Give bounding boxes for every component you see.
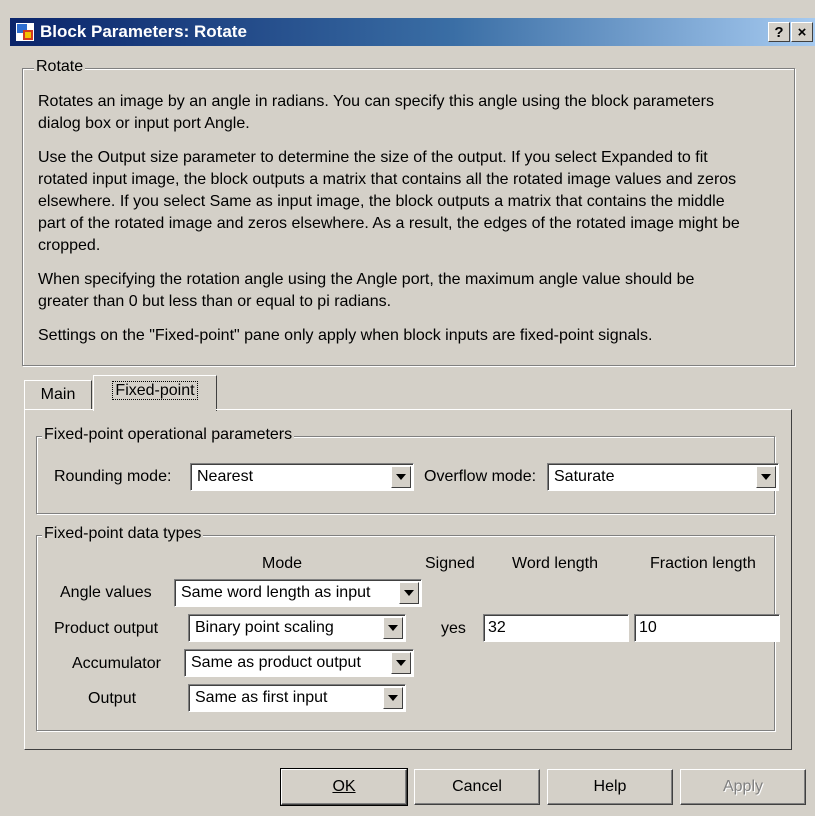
product-output-mode-value: Binary point scaling: [195, 619, 334, 636]
help-button[interactable]: Help: [547, 769, 673, 805]
rounding-mode-select[interactable]: Nearest: [190, 463, 414, 491]
output-mode-value: Same as first input: [195, 689, 328, 706]
product-output-signed: yes: [441, 620, 466, 637]
word-length-value: 32: [488, 619, 506, 636]
fraction-length-header: Fraction length: [650, 555, 756, 572]
description-group-title: Rotate: [34, 58, 86, 76]
simulink-block-icon: [16, 23, 34, 41]
description-line-8: When specifying the rotation angle using…: [38, 271, 695, 288]
product-output-mode-select[interactable]: Binary point scaling: [188, 614, 406, 642]
chevron-down-icon[interactable]: [383, 617, 403, 639]
rounding-mode-label: Rounding mode:: [54, 468, 172, 485]
overflow-mode-select[interactable]: Saturate: [547, 463, 779, 491]
description-line-4: rotated input image, the block outputs a…: [38, 171, 737, 188]
rounding-mode-value: Nearest: [197, 468, 254, 485]
fraction-length-input[interactable]: 10: [634, 614, 780, 642]
description-line-5: elsewhere. If you select Same as input i…: [38, 193, 725, 210]
cancel-button-label: Cancel: [452, 778, 502, 795]
cancel-button[interactable]: Cancel: [414, 769, 540, 805]
angle-values-label: Angle values: [60, 584, 152, 601]
overflow-mode-label: Overflow mode:: [424, 468, 537, 485]
word-length-header: Word length: [512, 555, 598, 572]
ok-button[interactable]: OK: [280, 768, 408, 806]
mode-header: Mode: [262, 555, 303, 572]
angle-values-mode-value: Same word length as input: [181, 584, 371, 601]
overflow-mode-value: Saturate: [554, 468, 615, 485]
block-parameters-dialog: Block Parameters: Rotate ? × Rotate Rota…: [0, 0, 815, 816]
chevron-down-icon[interactable]: [399, 582, 419, 604]
active-tab-joiner: [94, 408, 216, 411]
apply-button-label: Apply: [722, 778, 764, 795]
tab-fixed-point[interactable]: Fixed-point: [93, 375, 217, 411]
description-line-7: cropped.: [38, 237, 101, 254]
product-output-label: Product output: [54, 620, 159, 637]
output-label: Output: [88, 690, 137, 707]
tab-main-label: Main: [40, 386, 76, 403]
description-line-2: dialog box or input port Angle.: [38, 115, 250, 132]
tab-fixed-point-label: Fixed-point: [112, 381, 198, 400]
data-types-title: Fixed-point data types: [42, 525, 204, 543]
description-line-6: part of the rotated image and zeros else…: [38, 215, 740, 232]
description-line-3: Use the Output size parameter to determi…: [38, 149, 708, 166]
fraction-length-value: 10: [639, 619, 657, 636]
operational-parameters-title: Fixed-point operational parameters: [42, 426, 295, 444]
accumulator-label: Accumulator: [72, 655, 161, 672]
tab-main[interactable]: Main: [24, 380, 92, 410]
description-line-9: greater than 0 but less than or equal to…: [38, 293, 392, 310]
close-button[interactable]: ×: [791, 22, 813, 42]
help-title-button[interactable]: ?: [768, 22, 790, 42]
signed-header: Signed: [425, 555, 475, 572]
accumulator-mode-value: Same as product output: [191, 654, 361, 671]
description-line-10: Settings on the "Fixed-point" pane only …: [38, 327, 653, 344]
chevron-down-icon[interactable]: [756, 466, 776, 488]
ok-button-label: OK: [332, 778, 356, 795]
title-bar[interactable]: Block Parameters: Rotate ? ×: [10, 18, 815, 46]
accumulator-mode-select[interactable]: Same as product output: [184, 649, 414, 677]
description-line-1: Rotates an image by an angle in radians.…: [38, 93, 714, 110]
chevron-down-icon[interactable]: [391, 466, 411, 488]
output-mode-select[interactable]: Same as first input: [188, 684, 406, 712]
angle-values-mode-select[interactable]: Same word length as input: [174, 579, 422, 607]
chevron-down-icon[interactable]: [383, 687, 403, 709]
word-length-input[interactable]: 32: [483, 614, 629, 642]
apply-button[interactable]: Apply: [680, 769, 806, 805]
help-button-label: Help: [593, 778, 627, 795]
chevron-down-icon[interactable]: [391, 652, 411, 674]
window-title: Block Parameters: Rotate: [40, 22, 247, 41]
